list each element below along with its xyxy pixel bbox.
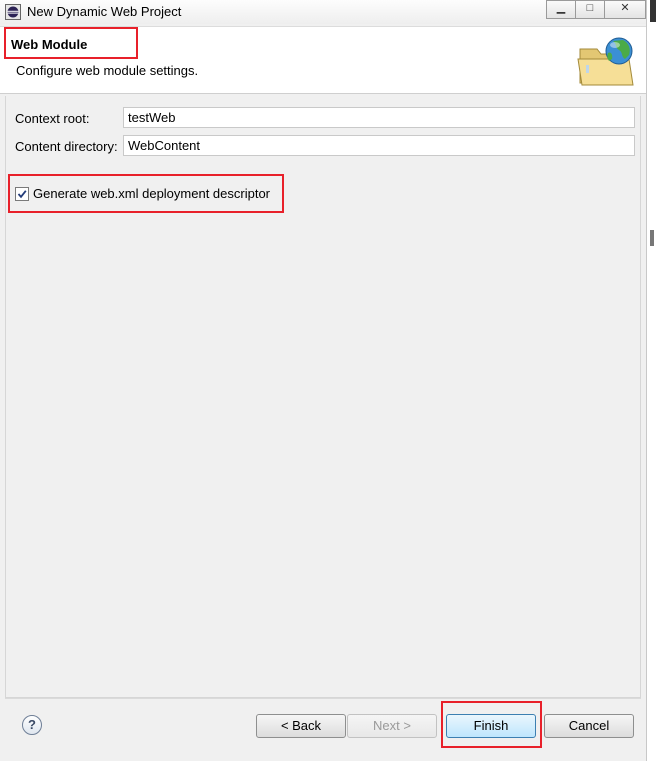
checkbox-highlight-box bbox=[8, 174, 284, 213]
cancel-button[interactable]: Cancel bbox=[544, 714, 634, 738]
background-window-edge bbox=[650, 230, 654, 246]
next-button[interactable]: Next > bbox=[347, 714, 437, 738]
close-icon[interactable]: ✕ bbox=[604, 0, 646, 19]
minimize-icon[interactable]: ▁ bbox=[546, 0, 576, 19]
title-highlight-box bbox=[4, 27, 138, 59]
context-root-input[interactable] bbox=[123, 107, 635, 128]
window-title: New Dynamic Web Project bbox=[27, 4, 182, 19]
content-directory-input[interactable] bbox=[123, 135, 635, 156]
context-root-label: Context root: bbox=[15, 111, 90, 126]
help-icon[interactable]: ? bbox=[22, 715, 42, 735]
window-controls: ▁ □ ✕ bbox=[546, 0, 646, 20]
page-description: Configure web module settings. bbox=[16, 63, 199, 78]
web-folder-icon bbox=[577, 37, 634, 86]
back-button[interactable]: < Back bbox=[256, 714, 346, 738]
title-bar[interactable]: New Dynamic Web Project ▁ □ ✕ bbox=[0, 0, 646, 24]
dialog-window: New Dynamic Web Project ▁ □ ✕ Web Module… bbox=[0, 0, 647, 761]
eclipse-icon bbox=[5, 4, 21, 20]
finish-highlight-box bbox=[441, 701, 542, 748]
footer-separator bbox=[5, 698, 641, 699]
content-directory-label: Content directory: bbox=[15, 139, 118, 154]
maximize-icon[interactable]: □ bbox=[575, 0, 605, 19]
background-window-edge bbox=[650, 0, 656, 22]
wizard-header: Web Module Configure web module settings… bbox=[0, 26, 646, 94]
